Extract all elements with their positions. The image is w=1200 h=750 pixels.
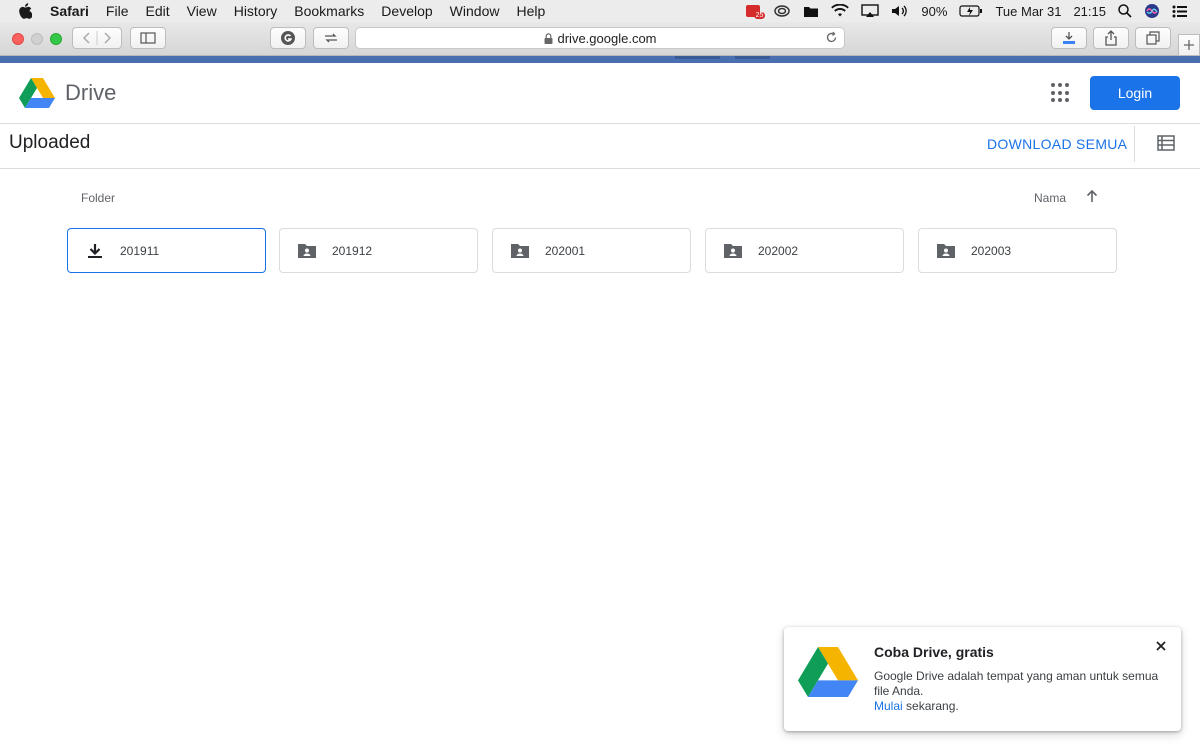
list-view-icon[interactable] [1157,135,1175,156]
promo-description: Google Drive adalah tempat yang aman unt… [874,669,1159,698]
menu-help[interactable]: Help [516,3,545,19]
sort-ascending-arrow-icon[interactable] [1085,189,1099,208]
battery-icon[interactable] [959,5,983,17]
spotlight-search-icon[interactable] [1118,4,1132,18]
promo-body: Google Drive adalah tempat yang aman unt… [874,669,1174,714]
drive-logo-text: Drive [65,80,117,105]
url-text: drive.google.com [557,30,657,46]
tab-indicator [675,56,720,59]
promo-title: Coba Drive, gratis [874,644,994,660]
menu-safari[interactable]: Safari [50,3,89,19]
menu-view[interactable]: View [187,3,217,19]
reload-icon[interactable] [825,31,838,44]
clock-time: 21:15 [1073,3,1106,19]
tab-indicator [735,56,770,59]
menu-file[interactable]: File [106,3,129,19]
folder-card[interactable]: 201911 [67,228,266,273]
battery-percent: 90% [921,3,948,19]
calendar-badge-icon[interactable]: 25 [745,4,766,19]
divider [1134,126,1135,162]
folder-card[interactable]: 202002 [705,228,904,273]
drive-header: Drive Login [0,63,1200,124]
safari-toolbar: drive.google.com [0,22,1200,56]
notification-center-icon[interactable] [1172,5,1188,18]
wifi-icon[interactable] [831,4,850,18]
grammarly-extension-button[interactable] [270,27,306,49]
clock-date: Tue Mar 31 [995,3,1062,19]
promo-start-link[interactable]: Mulai [874,699,903,713]
folder-name: 201911 [120,243,160,258]
sort-by-name-button[interactable]: Nama [1034,191,1066,205]
folder-name: 201912 [332,243,373,258]
folder-card[interactable]: 202003 [918,228,1117,273]
new-tab-button[interactable] [1178,34,1200,56]
folder-name: 202001 [545,243,586,258]
menu-develop[interactable]: Develop [381,3,432,19]
menu-edit[interactable]: Edit [145,3,169,19]
download-all-button[interactable]: DOWNLOAD SEMUA [987,136,1127,152]
google-drive-logo-icon [19,78,55,108]
folder-status-icon[interactable] [803,5,819,18]
sidebar-toggle-button[interactable] [130,27,166,49]
siri-icon[interactable] [1144,3,1160,19]
folder-card[interactable]: 202001 [492,228,691,273]
page-title: Uploaded [9,132,91,153]
shared-folder-icon [936,241,956,261]
lock-icon [544,32,553,44]
address-bar[interactable]: drive.google.com [355,27,845,49]
folder-name: 202003 [971,243,1012,258]
menu-history[interactable]: History [234,3,278,19]
airplay-icon[interactable] [861,4,880,18]
menu-bookmarks[interactable]: Bookmarks [294,3,364,19]
creative-cloud-icon[interactable] [773,4,791,18]
google-drive-logo-icon [798,645,858,704]
badge-count: 25 [753,12,766,19]
mac-menu-bar: Safari File Edit View History Bookmarks … [0,0,1200,22]
folder-card[interactable]: 201912 [279,228,478,273]
downloads-button[interactable] [1051,27,1087,49]
tab-overview-button[interactable] [1135,27,1171,49]
close-window-button[interactable] [12,33,24,45]
minimize-window-button[interactable] [31,33,43,45]
shared-folder-icon [723,241,743,261]
translate-extension-button[interactable] [313,27,349,49]
login-button[interactable]: Login [1090,76,1180,110]
shared-folder-icon [510,241,530,261]
promo-suffix: sekarang. [902,699,959,713]
download-icon [85,241,105,261]
shared-folder-icon [297,241,317,261]
google-apps-icon[interactable] [1051,83,1071,103]
volume-icon[interactable] [891,4,909,18]
zoom-window-button[interactable] [50,33,62,45]
close-icon[interactable] [1155,639,1167,657]
tab-strip [0,56,1200,63]
apple-menu-icon[interactable] [18,3,34,19]
menu-window[interactable]: Window [450,3,500,19]
try-drive-promo: Coba Drive, gratis Google Drive adalah t… [784,627,1181,731]
share-button[interactable] [1093,27,1129,49]
back-forward-buttons[interactable] [72,27,122,49]
folder-name: 202002 [758,243,799,258]
folder-toolbar: Uploaded DOWNLOAD SEMUA [0,124,1200,169]
drive-logo[interactable]: Drive [19,77,116,109]
folder-section-label: Folder [81,191,116,205]
